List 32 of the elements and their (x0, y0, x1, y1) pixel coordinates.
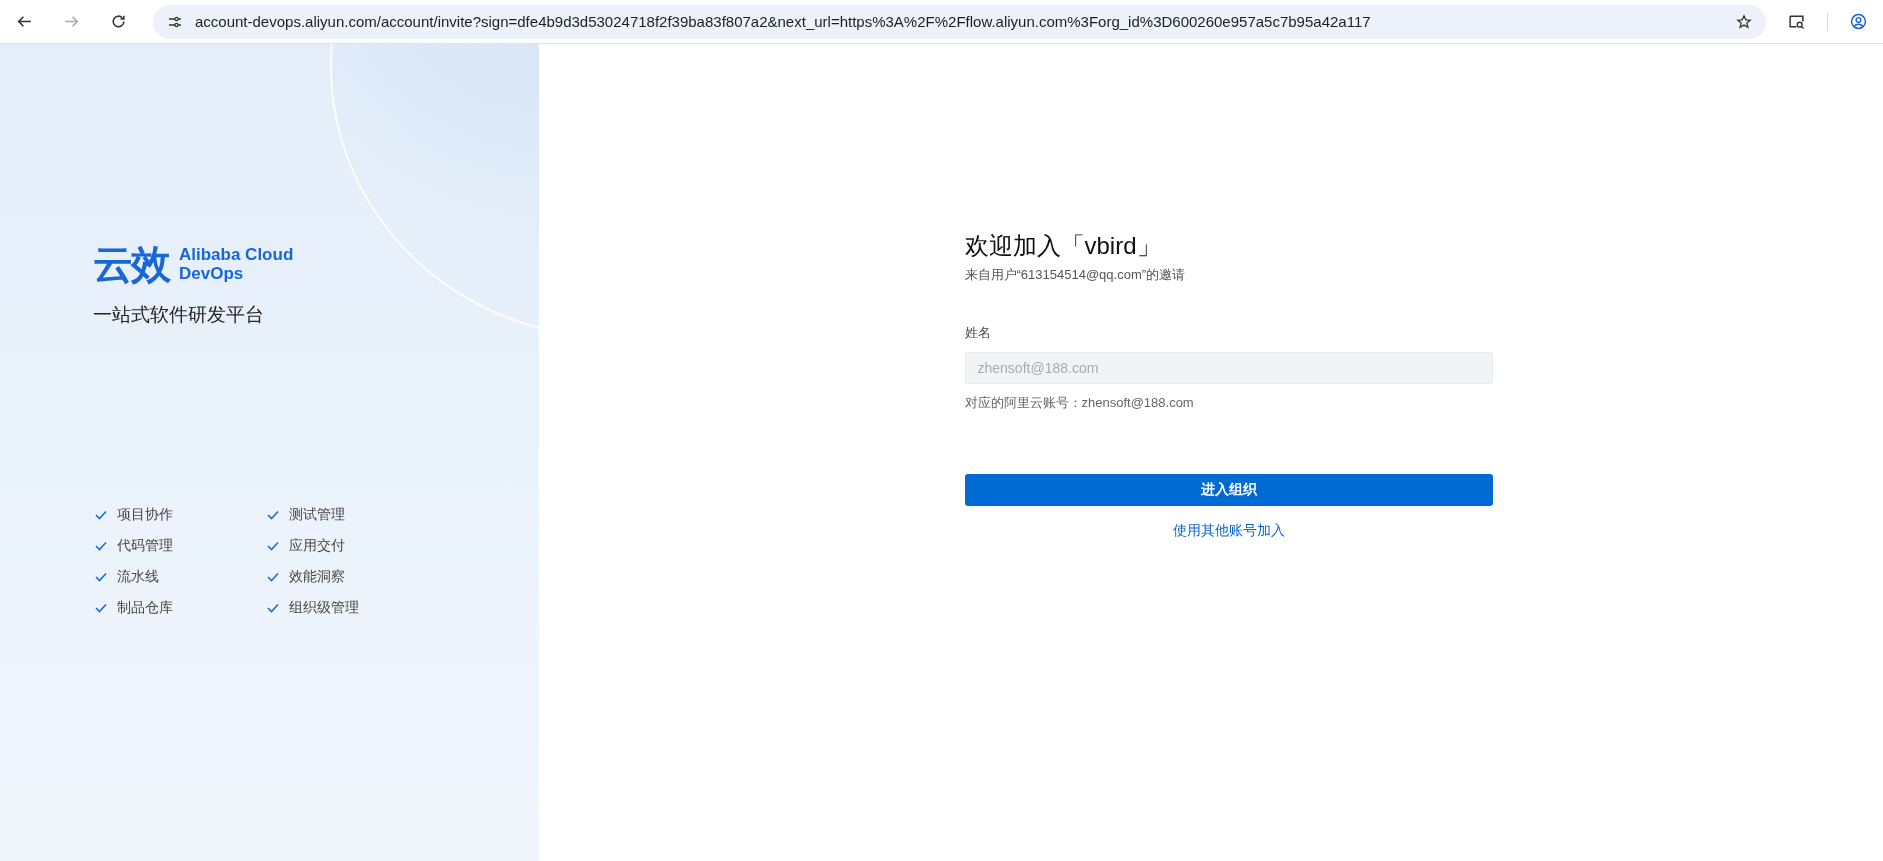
name-label: 姓名 (964, 324, 991, 342)
feature-label: 代码管理 (117, 537, 173, 554)
bookmark-star-icon[interactable] (1736, 13, 1752, 30)
feature-label: 制品仓库 (117, 599, 173, 616)
feature-label: 测试管理 (289, 506, 345, 523)
reload-icon[interactable] (110, 13, 127, 30)
address-bar[interactable]: account-devops.aliyun.com/account/invite?sign=dfe4b9d3d53024718f2f39ba83f807a2&next_url=https%3A%2F%2Fflow.aliyun.com%3Forg_id%3D600260e957a5c7b95a42a117 (153, 4, 1766, 39)
logo-mark: 云效 (93, 244, 169, 284)
feature-label: 流水线 (117, 568, 159, 585)
logo-text: Alibaba Cloud (179, 245, 294, 264)
invite-subtitle: 来自用户“613154514@qq.com”的邀请 (964, 266, 1186, 284)
check-icon (95, 602, 107, 613)
url-text: account-devops.aliyun.com/account/invite?sign=dfe4b9d3d53024718f2f39ba83f807a2&next_url=https%3A%2F%2Fflow.aliyun.com%3Forg_id%3D600260e957a5c7b95a42a117 (195, 13, 1372, 30)
check-icon (95, 509, 107, 520)
check-icon (267, 509, 279, 520)
feature-label: 应用交付 (289, 537, 345, 554)
check-icon (95, 571, 107, 582)
other-account-link[interactable]: 使用其他账号加入 (1172, 522, 1285, 540)
check-icon (267, 540, 279, 551)
join-organization-button[interactable]: 进入组织 (964, 474, 1493, 506)
feature-label: 组织级管理 (289, 599, 359, 616)
feature-label: 项目协作 (117, 506, 173, 523)
check-icon (267, 602, 279, 613)
feature-label: 效能洞察 (289, 568, 345, 585)
welcome-title: 欢迎加入「vbird」 (964, 231, 1161, 261)
profile-icon[interactable] (1850, 13, 1867, 30)
tagline: 一站式软件研发平台 (93, 303, 265, 327)
check-icon (95, 540, 107, 551)
lens-icon[interactable] (1788, 13, 1805, 30)
check-icon (267, 571, 279, 582)
logo-text: DevOps (179, 264, 245, 283)
account-hint: 对应的阿里云账号：zhensoft@188.com (964, 394, 1194, 412)
